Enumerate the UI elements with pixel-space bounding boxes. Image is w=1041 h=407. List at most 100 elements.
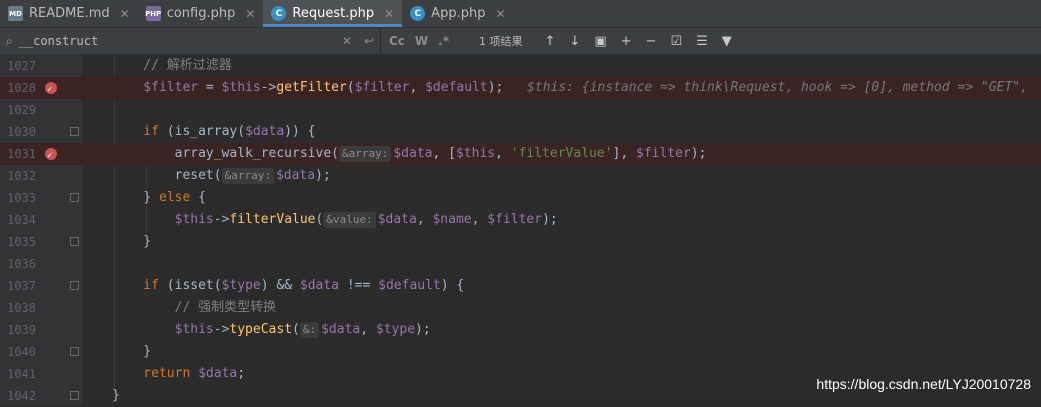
line-number[interactable]: 1037 — [0, 275, 36, 297]
tab-app-php[interactable]: C App.php ✕ — [402, 0, 513, 27]
code-token: = — [198, 80, 222, 95]
code-token: $type — [221, 278, 261, 293]
close-tab-icon[interactable]: ✕ — [495, 7, 505, 21]
code-token: // 强制类型转换 — [112, 300, 277, 315]
code-token: ); — [415, 322, 431, 337]
code-token: , — [416, 212, 433, 227]
code-token: $this — [112, 322, 214, 337]
code-token: $filter — [354, 80, 410, 95]
code-line[interactable]: 1032 reset(&array: $data); — [0, 165, 1041, 187]
code-line[interactable]: 1029 — [0, 99, 1041, 121]
line-number[interactable]: 1027 — [0, 55, 36, 77]
line-number[interactable]: 1030 — [0, 121, 36, 143]
line-number[interactable]: 1035 — [0, 231, 36, 253]
line-number[interactable]: 1032 — [0, 165, 36, 187]
code-token: ], — [612, 146, 636, 161]
code-token: $this — [221, 80, 261, 95]
tab-label: config.php — [166, 6, 236, 21]
code-line[interactable]: 1031 array_walk_recursive(&array:$data, … — [0, 143, 1041, 167]
filter-icon[interactable]: ▼ — [722, 34, 732, 49]
remove-selection-icon[interactable]: − — [646, 34, 657, 49]
code-line[interactable]: 1037 if (isset($type) && $data !== $defa… — [0, 275, 1041, 297]
line-number[interactable]: 1042 — [0, 385, 36, 407]
clear-search-icon[interactable]: ✕ — [342, 34, 352, 48]
code-text: $this->typeCast(&: $data, $type); — [112, 319, 431, 341]
php-class-file-icon: C — [410, 6, 426, 21]
line-number[interactable]: 1029 — [0, 99, 36, 121]
code-token: $data — [377, 212, 417, 227]
search-input[interactable]: __construct — [19, 34, 336, 48]
code-token: } — [112, 190, 159, 205]
code-token: ; — [237, 366, 246, 381]
tab-request-php[interactable]: C Request.php ✕ — [263, 0, 403, 27]
regex-toggle[interactable]: .* — [438, 34, 449, 48]
code-token: ( — [315, 212, 324, 227]
search-field[interactable]: ⌕ __construct ✕ ↩ — [0, 28, 381, 54]
code-text: } — [112, 341, 151, 363]
code-token: ); — [542, 212, 558, 227]
breakpoint-icon[interactable] — [45, 79, 57, 101]
close-tab-icon[interactable]: ✕ — [384, 7, 394, 21]
fold-marker-icon[interactable] — [70, 237, 79, 246]
code-line[interactable]: 1027 // 解析过滤器 — [0, 55, 1041, 77]
code-line[interactable]: 1030 if (is_array($data)) { — [0, 121, 1041, 143]
line-number[interactable]: 1041 — [0, 363, 36, 385]
code-line[interactable]: 1035 } — [0, 231, 1041, 253]
code-token: if — [112, 124, 159, 139]
tab-label: Request.php — [292, 6, 375, 21]
code-text: } else { — [112, 187, 206, 209]
find-bar: ⌕ __construct ✕ ↩ Cc W .* 1 项结果 ↑ ↓ ▣ + … — [0, 28, 1041, 55]
code-line[interactable]: 1034 $this->filterValue(&value: $data, $n… — [0, 209, 1041, 231]
code-line[interactable]: 1033 } else { — [0, 187, 1041, 209]
code-text: $filter = $this->getFilter($filter, $def… — [112, 77, 1028, 99]
line-number[interactable]: 1038 — [0, 297, 36, 319]
add-selection-icon[interactable]: + — [621, 34, 632, 49]
fold-marker-icon[interactable] — [70, 127, 79, 136]
tab-label: App.php — [431, 6, 486, 21]
tab-config-php[interactable]: PHP config.php ✕ — [138, 0, 264, 27]
fold-marker-icon[interactable] — [70, 391, 79, 400]
next-occurrence-icon[interactable]: ↓ — [569, 34, 580, 49]
fold-marker-icon[interactable] — [70, 193, 79, 202]
code-token: $filter — [112, 80, 199, 95]
code-token: ) && — [260, 278, 300, 293]
previous-occurrence-icon[interactable]: ↑ — [545, 34, 556, 49]
code-token: ); — [315, 168, 331, 183]
breakpoint-icon[interactable] — [45, 145, 57, 167]
close-tab-icon[interactable]: ✕ — [120, 7, 130, 21]
code-line[interactable]: 1028 $filter = $this->getFilter($filter,… — [0, 77, 1041, 101]
line-number[interactable]: 1040 — [0, 341, 36, 363]
code-token: if — [112, 278, 159, 293]
line-number[interactable]: 1039 — [0, 319, 36, 341]
match-case-toggle[interactable]: Cc — [389, 34, 405, 48]
code-token: $data — [198, 366, 238, 381]
fold-marker-icon[interactable] — [70, 281, 79, 290]
code-text: } — [112, 385, 120, 407]
line-number[interactable]: 1033 — [0, 187, 36, 209]
line-number[interactable]: 1034 — [0, 209, 36, 231]
code-token: $data — [393, 146, 433, 161]
filter-search-icon[interactable]: ☰ — [696, 34, 708, 49]
code-token: $this — [455, 146, 496, 161]
line-number[interactable]: 1028 — [0, 77, 36, 99]
code-editor[interactable]: 1027 // 解析过滤器1028 $filter = $this->getFi… — [0, 55, 1041, 405]
line-number[interactable]: 1031 — [0, 143, 36, 165]
whole-words-toggle[interactable]: W — [415, 34, 428, 48]
code-token: } — [112, 344, 152, 359]
code-line[interactable]: 1039 $this->typeCast(&: $data, $type); — [0, 319, 1041, 341]
select-all-occurrences-icon[interactable]: ☑ — [670, 34, 682, 49]
code-token: $default — [425, 80, 488, 95]
close-tab-icon[interactable]: ✕ — [245, 7, 255, 21]
search-history-icon[interactable]: ↩ — [364, 34, 374, 48]
code-line[interactable]: 1038 // 强制类型转换 — [0, 297, 1041, 319]
line-number[interactable]: 1036 — [0, 253, 36, 275]
code-token: getFilter — [276, 80, 347, 95]
open-in-window-icon[interactable]: ▣ — [594, 34, 606, 49]
code-token: { — [190, 190, 206, 205]
code-token: $data — [275, 168, 316, 183]
code-line[interactable]: 1040 } — [0, 341, 1041, 363]
tab-readme-md[interactable]: MD README.md ✕ — [0, 0, 138, 27]
code-token: $data — [321, 322, 361, 337]
code-line[interactable]: 1036 — [0, 253, 1041, 275]
fold-marker-icon[interactable] — [70, 347, 79, 356]
